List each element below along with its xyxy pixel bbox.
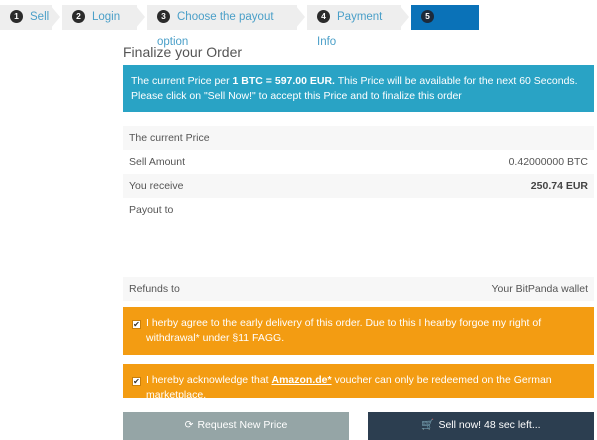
step-sell[interactable]: 1 Sell <box>0 5 52 30</box>
row-label: Payout to <box>129 204 174 216</box>
chevron-right-icon <box>399 5 409 29</box>
step-number: 5 <box>421 10 434 23</box>
voucher-prefix: I hereby acknowledge that <box>146 374 272 386</box>
row-label: Sell Amount <box>129 156 186 168</box>
info-prefix: The current Price per <box>131 75 233 87</box>
step-number: 3 <box>157 10 170 23</box>
checkout-stepper: 1 Sell 2 Login 3 Choose the payout option 4… <box>0 5 597 48</box>
refresh-icon: ⟳ <box>184 419 194 431</box>
step-payout-option[interactable]: 3 Choose the payout option <box>147 5 297 48</box>
step-login[interactable]: 2 Login <box>62 5 137 30</box>
button-label: Sell now! 48 sec left... <box>438 419 541 431</box>
price-info-banner: The current Price per 1 BTC = 597.00 EUR… <box>123 65 594 112</box>
step-label: Login <box>92 11 121 23</box>
sell-now-button[interactable]: 🛒 Sell now! 48 sec left... <box>368 412 594 440</box>
withdrawal-agreement[interactable]: ✔ I herby agree to the early delivery of… <box>123 307 594 355</box>
info-price: 1 BTC = 597.00 EUR. <box>232 75 335 87</box>
refunds-row: Refunds to Your BitPanda wallet <box>123 277 594 301</box>
step-label: Choose the payout option <box>157 11 274 48</box>
refunds-value: Your BitPanda wallet <box>491 283 588 295</box>
you-receive-row: You receive 250.74 EUR <box>123 174 594 198</box>
row-label: The current Price <box>129 132 210 144</box>
step-label: Sell <box>30 11 50 23</box>
page-title: Finalize your Order <box>123 44 243 60</box>
row-label: Refunds to <box>129 283 180 295</box>
voucher-agreement[interactable]: ✔ I hereby acknowledge that Amazon.de* v… <box>123 364 594 401</box>
chevron-right-icon <box>135 5 145 29</box>
step-label: Finalize <box>421 36 461 48</box>
cart-icon: 🛒 <box>421 419 435 431</box>
row-label: You receive <box>129 180 184 192</box>
withdrawal-checkbox[interactable]: ✔ <box>132 320 141 329</box>
withdrawal-text: I herby agree to the early delivery of t… <box>146 317 542 344</box>
step-payment-info[interactable]: 4 Payment Info <box>307 5 401 48</box>
payout-row: Payout to <box>123 198 594 222</box>
chevron-right-icon <box>50 5 60 29</box>
sell-amount-row: Sell Amount 0.42000000 BTC <box>123 150 594 174</box>
current-price-row: The current Price <box>123 126 594 150</box>
step-number: 4 <box>317 10 330 23</box>
button-label: Request New Price <box>197 419 288 431</box>
voucher-checkbox[interactable]: ✔ <box>132 377 141 386</box>
request-new-price-button[interactable]: ⟳ Request New Price <box>123 412 349 440</box>
you-receive-value: 250.74 EUR <box>530 180 588 192</box>
chevron-right-icon <box>295 5 305 29</box>
step-number: 2 <box>72 10 85 23</box>
step-number: 1 <box>10 10 23 23</box>
amazon-link[interactable]: Amazon.de* <box>272 374 332 386</box>
sell-amount-value: 0.42000000 BTC <box>508 156 588 168</box>
step-finalize[interactable]: 5 Finalize <box>411 5 479 48</box>
